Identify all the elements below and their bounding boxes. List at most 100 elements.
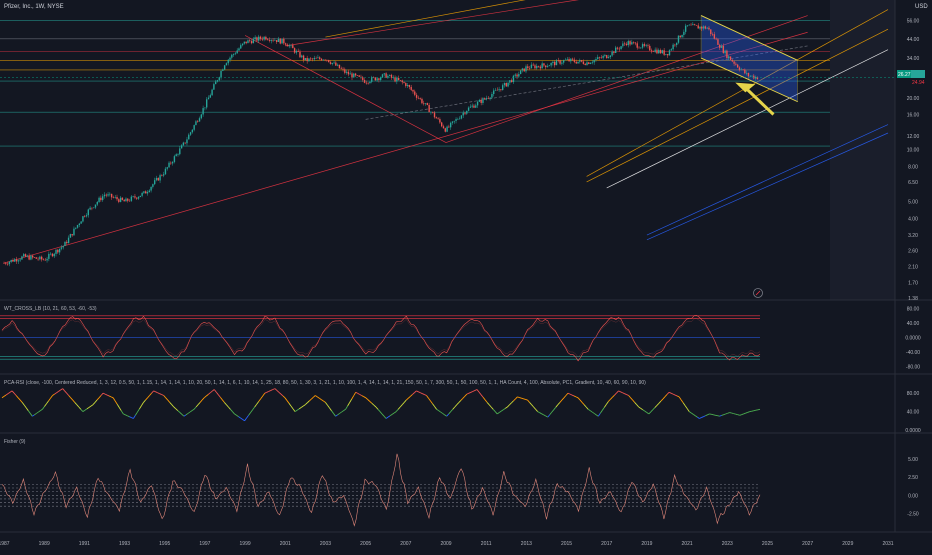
candle-body — [671, 49, 672, 50]
candle-body — [364, 80, 365, 83]
candle-body — [445, 128, 446, 131]
candle-body — [228, 60, 229, 63]
chart-canvas[interactable]: 80.0040.000.0000-40.00-80.00 80.0040.000… — [0, 0, 932, 550]
candle-body — [77, 225, 78, 228]
candle-body — [9, 262, 10, 264]
candle-body — [497, 90, 498, 91]
candle-body — [37, 259, 38, 260]
candle-body — [504, 83, 505, 85]
candle-body — [645, 45, 646, 46]
oscillator-tick-label: 40.00 — [907, 410, 920, 416]
candle-body — [330, 62, 331, 64]
currency-label: USD — [915, 4, 928, 10]
candle-body — [511, 80, 512, 82]
candle-body — [195, 121, 196, 125]
candle-body — [19, 259, 20, 260]
candle-body — [66, 242, 67, 243]
candle-body — [141, 193, 142, 196]
candle-body — [170, 163, 171, 164]
candle-body — [351, 74, 352, 78]
candle-body — [285, 43, 286, 44]
candle-body — [306, 58, 307, 61]
candle-body — [419, 98, 420, 99]
candle-body — [183, 143, 184, 146]
candle-body — [358, 75, 359, 76]
candle-body — [251, 41, 252, 43]
candle-body — [459, 119, 460, 120]
price-tick-label: 1.38 — [908, 296, 918, 302]
candle-body — [509, 80, 510, 82]
candle-body — [502, 85, 503, 90]
candle-body — [597, 57, 598, 59]
price-tick-label: 2.10 — [908, 265, 918, 271]
candle-body — [231, 55, 232, 58]
candle-body — [615, 48, 616, 53]
candle-body — [680, 36, 681, 38]
candle-body — [588, 62, 589, 64]
candle-body — [102, 196, 103, 200]
candle-body — [699, 27, 700, 29]
candle-body — [586, 62, 587, 65]
candle-body — [296, 51, 297, 53]
candle-body — [84, 216, 85, 217]
candle-body — [676, 43, 677, 45]
price-tick-label: 1.70 — [908, 280, 918, 286]
candle-body — [219, 77, 220, 80]
candle-body — [446, 127, 447, 132]
time-tick-label: 2009 — [440, 541, 451, 547]
candle-body — [308, 59, 309, 62]
candle-body — [741, 69, 742, 70]
candle-body — [314, 58, 315, 59]
candle-body — [199, 118, 200, 121]
candle-body — [16, 259, 17, 261]
candle-body — [263, 37, 264, 40]
candle-body — [473, 106, 474, 108]
candle-body — [428, 105, 429, 112]
candle-body — [104, 195, 105, 197]
candle-body — [622, 44, 623, 47]
candle-body — [127, 199, 128, 201]
candle-body — [717, 39, 718, 45]
candle-body — [25, 254, 26, 256]
candle-body — [513, 76, 514, 82]
candle-body — [382, 74, 383, 77]
time-tick-label: 2003 — [320, 541, 331, 547]
candle-body — [750, 76, 751, 77]
candle-body — [689, 25, 690, 26]
candle-body — [450, 123, 451, 127]
candle-body — [617, 48, 618, 49]
candle-body — [247, 40, 248, 43]
candle-body — [244, 42, 245, 44]
candle-body — [341, 68, 342, 69]
candle-body — [457, 119, 458, 120]
candle-body — [158, 178, 159, 181]
pca-rsi-label: PCA-RSI (close, -100, Centered Reduced, … — [4, 380, 646, 386]
candle-body — [567, 59, 568, 60]
time-tick-label: 1997 — [199, 541, 210, 547]
candle-body — [425, 103, 426, 104]
candle-body — [629, 41, 630, 44]
candle-body — [536, 66, 537, 68]
candle-body — [532, 65, 533, 66]
candle-body — [380, 78, 381, 80]
candle-body — [728, 56, 729, 58]
candle-body — [333, 63, 334, 64]
candle-body — [694, 24, 695, 25]
candle-body — [41, 257, 42, 260]
candle-body — [480, 100, 481, 103]
candle-body — [315, 58, 316, 59]
candle-body — [167, 167, 168, 169]
candle-body — [452, 121, 453, 122]
candle-body — [88, 209, 89, 215]
candle-body — [626, 44, 627, 45]
candle-body — [385, 73, 386, 77]
candle-body — [3, 263, 4, 264]
candle-body — [488, 98, 489, 99]
candle-body — [150, 187, 151, 191]
candle-body — [628, 41, 629, 45]
candle-body — [52, 254, 53, 257]
time-tick-label: 2007 — [400, 541, 411, 547]
candle-body — [260, 37, 261, 39]
candle-body — [753, 76, 754, 79]
candle-body — [479, 100, 480, 102]
